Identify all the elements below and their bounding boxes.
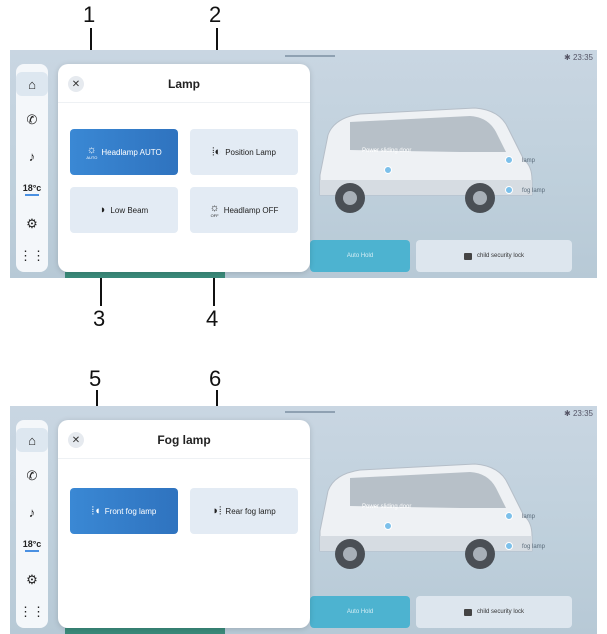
rear-fog-lamp-button[interactable]: ◗⦙ Rear fog lamp bbox=[190, 488, 298, 534]
position-lamp-label: Position Lamp bbox=[225, 147, 276, 157]
lamp-auto-icon: ☼ AUTO bbox=[86, 143, 98, 160]
callout-4: 4 bbox=[206, 306, 219, 331]
panel-title: Lamp bbox=[167, 77, 200, 91]
auto-hold-label: Auto Hold bbox=[346, 253, 374, 259]
status-bar: ✱ 23:35 bbox=[564, 53, 593, 62]
front-fog-icon: ⦙◖ bbox=[91, 504, 101, 517]
fog-lamp-label: fog lamp bbox=[522, 544, 546, 550]
lamp-marker[interactable] bbox=[505, 156, 513, 164]
apps-icon[interactable]: ⋮⋮ bbox=[16, 600, 48, 624]
callout-3: 3 bbox=[93, 306, 106, 331]
position-lamp-icon: ⦙◐ bbox=[212, 145, 222, 158]
vehicle-image bbox=[310, 436, 540, 576]
vehicle-image bbox=[310, 80, 540, 220]
child-lock-tile[interactable]: child security lock bbox=[416, 596, 572, 628]
lamp-screen: ✱ 23:35 ⌂ ✆ ♪ 18°c ⚙ ⋮⋮ Power sliding do… bbox=[10, 50, 597, 278]
auto-hold-tile[interactable]: Auto Hold bbox=[310, 596, 410, 628]
fog-lamp-marker[interactable] bbox=[505, 542, 513, 550]
front-fog-lamp-button[interactable]: ⦙◖ Front fog lamp bbox=[70, 488, 178, 534]
child-lock-tile[interactable]: child security lock bbox=[416, 240, 572, 272]
callout-6: 6 bbox=[209, 366, 222, 391]
phone-icon[interactable]: ✆ bbox=[16, 464, 48, 488]
callout-1: 1 bbox=[83, 2, 96, 27]
sidebar: ⌂ ✆ ♪ 18°c ⚙ ⋮⋮ bbox=[16, 64, 48, 272]
phone-icon[interactable]: ✆ bbox=[16, 108, 48, 132]
lamp-marker[interactable] bbox=[505, 512, 513, 520]
rear-fog-label: Rear fog lamp bbox=[225, 506, 276, 516]
drag-handle[interactable] bbox=[285, 411, 335, 413]
low-beam-button[interactable]: ◗ Low Beam bbox=[70, 187, 178, 233]
lamp-label: lamp bbox=[522, 514, 536, 520]
lamp-off-icon: ☼ OFF bbox=[209, 201, 220, 218]
drag-handle[interactable] bbox=[285, 55, 335, 57]
divider bbox=[58, 102, 310, 103]
callout-5: 5 bbox=[89, 366, 102, 391]
sidebar: ⌂ ✆ ♪ 18°c ⚙ ⋮⋮ bbox=[16, 420, 48, 628]
door-marker[interactable] bbox=[384, 522, 392, 530]
lamp-panel: ✕ Lamp ☼ AUTO Headlamp AUTO ⦙◐ Position L… bbox=[58, 64, 310, 272]
auto-hold-label: Auto Hold bbox=[346, 609, 374, 615]
fog-lamp-marker[interactable] bbox=[505, 186, 513, 194]
headlamp-off-label: Headlamp OFF bbox=[223, 205, 279, 215]
lock-icon bbox=[463, 608, 472, 616]
music-icon[interactable]: ♪ bbox=[16, 144, 48, 168]
child-lock-label: child security lock bbox=[476, 609, 524, 615]
fog-lamp-screen: ✱ 23:35 ⌂ ✆ ♪ 18°c ⚙ ⋮⋮ Power sliding do… bbox=[10, 406, 597, 634]
home-icon[interactable]: ⌂ bbox=[16, 72, 48, 96]
temp-value: 18°c bbox=[22, 539, 42, 549]
callout-2: 2 bbox=[209, 2, 222, 27]
settings-icon[interactable]: ⚙ bbox=[16, 212, 48, 236]
auto-hold-tile[interactable]: Auto Hold bbox=[310, 240, 410, 272]
headlamp-off-button[interactable]: ☼ OFF Headlamp OFF bbox=[190, 187, 298, 233]
headlamp-auto-label: Headlamp AUTO bbox=[101, 147, 162, 157]
lamp-label: lamp bbox=[522, 158, 536, 164]
home-icon[interactable]: ⌂ bbox=[16, 428, 48, 452]
bottom-strip bbox=[65, 272, 225, 278]
fog-lamp-label: fog lamp bbox=[522, 188, 546, 194]
door-marker[interactable] bbox=[384, 166, 392, 174]
low-beam-icon: ◗ bbox=[99, 203, 107, 216]
settings-icon[interactable]: ⚙ bbox=[16, 568, 48, 592]
fog-lamp-panel: ✕ Fog lamp ⦙◖ Front fog lamp ◗⦙ Rear fog… bbox=[58, 420, 310, 628]
divider bbox=[58, 458, 310, 459]
bottom-strip bbox=[65, 628, 225, 634]
headlamp-auto-button[interactable]: ☼ AUTO Headlamp AUTO bbox=[70, 129, 178, 175]
low-beam-label: Low Beam bbox=[110, 205, 149, 215]
door-label: Power sliding door bbox=[362, 504, 412, 510]
music-icon[interactable]: ♪ bbox=[16, 500, 48, 524]
climate-temp[interactable]: 18°c bbox=[16, 534, 48, 558]
front-fog-label: Front fog lamp bbox=[104, 506, 157, 516]
door-label: Power sliding door bbox=[362, 148, 412, 154]
climate-temp[interactable]: 18°c bbox=[16, 178, 48, 202]
panel-title: Fog lamp bbox=[157, 433, 211, 447]
apps-icon[interactable]: ⋮⋮ bbox=[16, 244, 48, 268]
child-lock-label: child security lock bbox=[476, 253, 524, 259]
position-lamp-button[interactable]: ⦙◐ Position Lamp bbox=[190, 129, 298, 175]
status-bar: ✱ 23:35 bbox=[564, 409, 593, 418]
rear-fog-icon: ◗⦙ bbox=[212, 504, 222, 517]
lock-icon bbox=[463, 252, 472, 260]
temp-value: 18°c bbox=[22, 183, 42, 193]
